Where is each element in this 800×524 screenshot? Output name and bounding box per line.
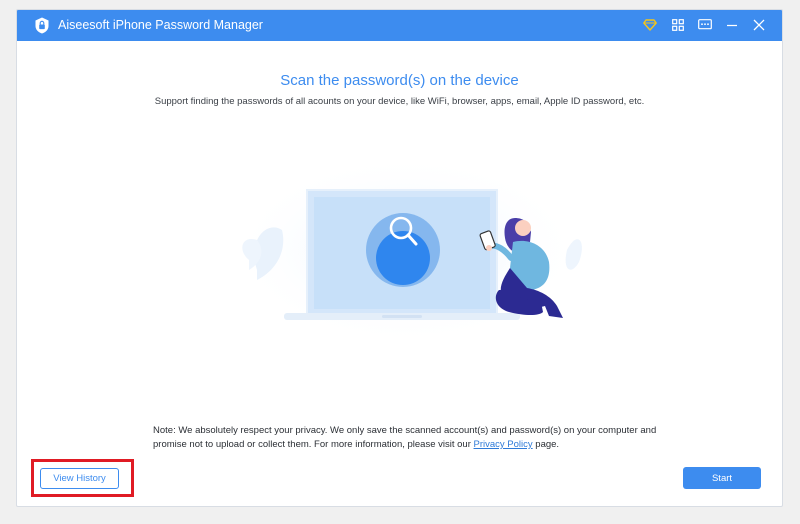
chat-icon (698, 19, 712, 30)
view-history-button[interactable]: View History (40, 468, 119, 489)
minimize-button[interactable] (723, 16, 741, 34)
page-subtitle: Support finding the passwords of all aco… (154, 96, 645, 107)
note-text: Note: We absolutely respect your privacy… (153, 425, 657, 450)
grid-icon (672, 19, 684, 31)
privacy-note: Note: We absolutely respect your privacy… (153, 424, 673, 452)
minimize-icon (727, 24, 737, 27)
feedback-button[interactable] (696, 16, 714, 34)
page-title: Scan the password(s) on the device (280, 72, 519, 89)
close-icon (753, 19, 765, 31)
premium-button[interactable] (641, 16, 659, 34)
app-window: Aiseesoft iPhone Password Manager Scan t… (16, 9, 783, 507)
app-logo-icon (35, 17, 49, 34)
privacy-policy-link[interactable]: Privacy Policy (474, 439, 533, 450)
note-text-end: page. (532, 439, 560, 450)
start-button[interactable]: Start (683, 467, 761, 489)
title-bar: Aiseesoft iPhone Password Manager (17, 10, 782, 41)
scan-illustration (232, 155, 582, 345)
diamond-icon (643, 19, 657, 31)
window-title: Aiseesoft iPhone Password Manager (58, 18, 263, 32)
close-button[interactable] (750, 16, 768, 34)
menu-button[interactable] (669, 16, 687, 34)
